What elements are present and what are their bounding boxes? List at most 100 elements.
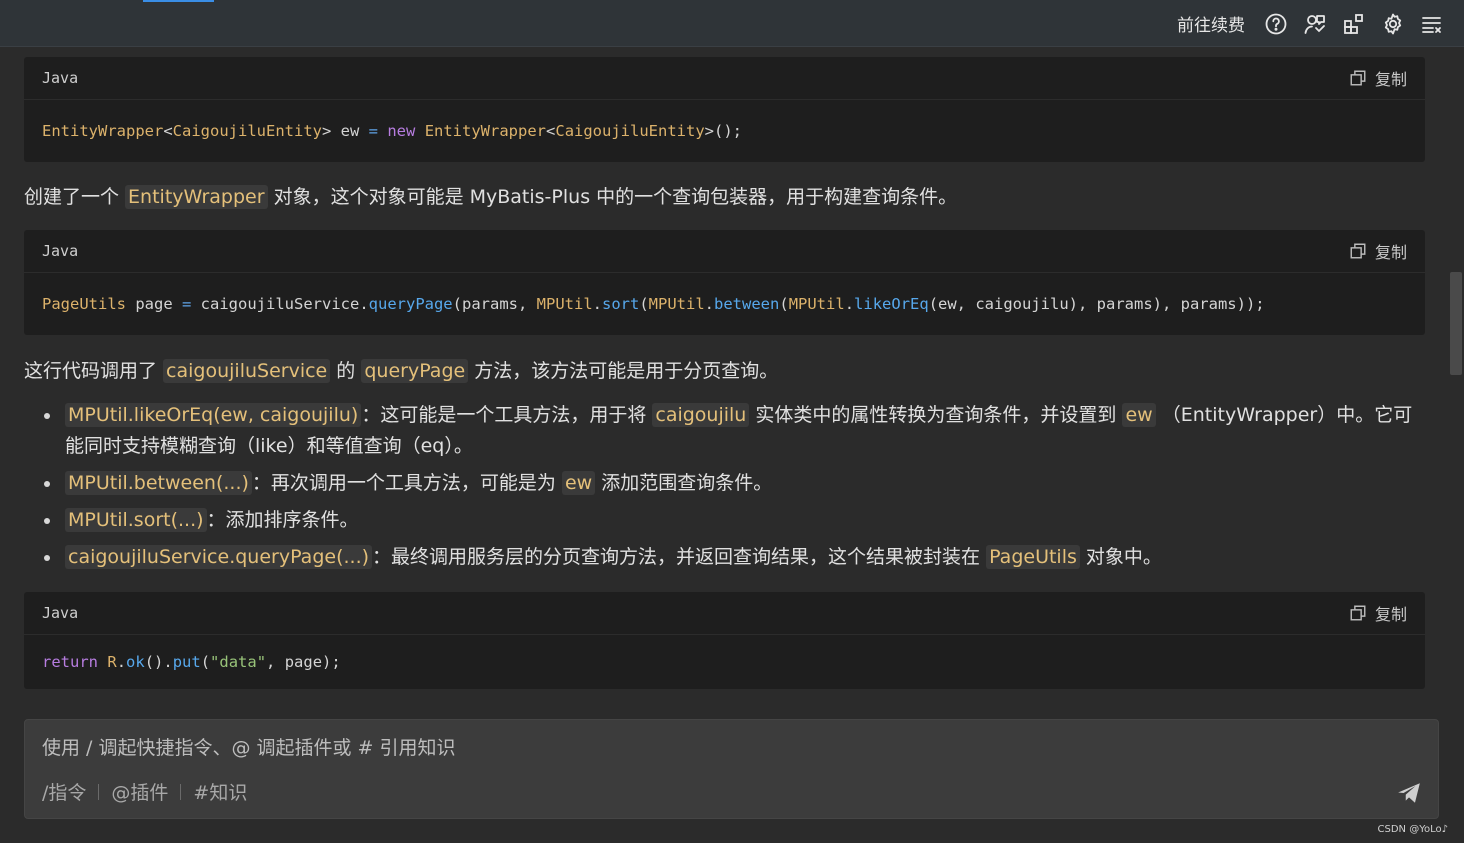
code-block-header: Java 复制: [24, 592, 1425, 635]
list-item-text: 对象中。: [1079, 546, 1162, 568]
copy-button[interactable]: 复制: [1349, 66, 1407, 90]
code-token: <: [546, 122, 556, 140]
code-token: PageUtils: [42, 295, 126, 313]
code-token: ();: [714, 122, 743, 140]
paragraph-text: 的: [330, 360, 362, 382]
code-token: EntityWrapper: [424, 122, 547, 140]
menu-icon[interactable]: [1419, 11, 1444, 36]
chat-input-box[interactable]: 使用 / 调起快捷指令、@ 调起插件或 # 引用知识 /指令 @插件 #知识: [24, 719, 1439, 819]
explanation-paragraph-1: 创建了一个 EntityWrapper 对象，这个对象可能是 MyBatis-P…: [24, 182, 957, 209]
code-token: (ew, caigoujilu), params), params));: [928, 295, 1265, 313]
code-token: ok: [126, 653, 145, 671]
inline-code: PageUtils: [986, 545, 1080, 569]
code-token: ().: [144, 653, 173, 671]
list-item-text: 实体类中的属性转换为查询条件，并设置到: [749, 404, 1123, 426]
watermark: CSDN @YoLo♪: [1377, 824, 1448, 835]
copy-label: 复制: [1374, 243, 1407, 262]
inline-code: ew: [561, 471, 596, 495]
code-token: .: [116, 653, 127, 671]
inline-code: EntityWrapper: [125, 185, 268, 209]
code-language-label: Java: [42, 69, 79, 87]
list-item: MPUtil.likeOrEq(ew, caigoujilu) ：这可能是一个工具…: [44, 400, 1424, 462]
code-token: caigoujiluService.: [191, 295, 369, 313]
list-item-text: ：这可能是一个工具方法，用于将: [361, 404, 653, 426]
code-token: page: [126, 295, 182, 313]
code-token: MPUtil: [648, 295, 705, 313]
feedback-icon[interactable]: [1302, 11, 1327, 36]
code-line: EntityWrapper < CaigoujiluEntity > ew = new…: [24, 100, 1425, 162]
active-tab-indicator: [143, 0, 214, 2]
code-token: >: [321, 122, 332, 140]
shortcut-divider: [180, 783, 182, 800]
list-item: MPUtil.between(...) ：再次调用一个工具方法，可能是为 ew 添…: [44, 468, 1424, 499]
code-token: (params,: [452, 295, 537, 313]
paragraph-text: 这行代码调用了: [24, 360, 164, 382]
code-token: R: [107, 653, 117, 671]
help-icon[interactable]: [1263, 11, 1288, 36]
list-item-text: ：最终调用服务层的分页查询方法，并返回查询结果，这个结果被封装在: [372, 546, 987, 568]
code-token: CaigoujiluEntity: [172, 122, 322, 140]
code-token: between: [714, 295, 780, 313]
copy-icon: [1350, 243, 1366, 259]
code-token: EntityWrapper: [42, 122, 164, 140]
code-token: new: [387, 122, 416, 140]
code-token: =: [182, 295, 192, 313]
inline-code: caigoujiluService: [163, 359, 331, 383]
paragraph-text: 方法，该方法可能是用于分页查询。: [468, 360, 779, 382]
code-token: >: [704, 122, 715, 140]
bullet-list: MPUtil.likeOrEq(ew, caigoujilu) ：这可能是一个工具…: [44, 400, 1424, 579]
code-block-3: Java 复制 return R. ok (). put("data", page);: [24, 592, 1425, 689]
code-token: ew: [331, 122, 369, 140]
code-block-header: Java 复制: [24, 57, 1425, 100]
list-item-text: ：添加排序条件。: [206, 509, 359, 531]
code-token: queryPage: [368, 295, 453, 313]
code-token: <: [163, 122, 173, 140]
scrollbar-thumb[interactable]: [1450, 272, 1462, 375]
code-token: put: [172, 653, 201, 671]
inline-code: queryPage: [361, 359, 469, 383]
scrollbar[interactable]: [1448, 47, 1464, 689]
knowledge-shortcut[interactable]: #知识: [193, 778, 247, 805]
inline-code: caigoujilu: [652, 403, 750, 427]
code-language-label: Java: [42, 604, 79, 622]
plugin-shortcut[interactable]: @插件: [111, 778, 168, 805]
list-item: MPUtil.sort(...) ：添加排序条件。: [44, 505, 1424, 536]
shortcut-divider: [98, 783, 100, 800]
code-token: .: [844, 295, 855, 313]
copy-label: 复制: [1374, 605, 1407, 624]
inline-code: caigoujiluService.queryPage(...): [65, 545, 373, 569]
renew-link[interactable]: 前往续费: [1177, 11, 1245, 36]
plugins-icon[interactable]: [1341, 11, 1366, 36]
code-block-header: Java 复制: [24, 230, 1425, 273]
copy-button[interactable]: 复制: [1349, 601, 1407, 625]
chat-content: Java 复制 EntityWrapper < CaigoujiluEntity > …: [0, 47, 1448, 689]
copy-icon: [1350, 605, 1366, 621]
list-item-text: 添加范围查询条件。: [595, 472, 773, 494]
copy-icon: [1350, 70, 1366, 86]
command-shortcut[interactable]: /指令: [42, 778, 86, 805]
explanation-paragraph-2: 这行代码调用了 caigoujiluService 的 queryPage 方法…: [24, 356, 778, 383]
code-token: =: [368, 122, 378, 140]
code-token: MPUtil: [536, 295, 593, 313]
copy-button[interactable]: 复制: [1349, 239, 1407, 263]
code-block-2: Java 复制 PageUtils page = caigoujiluServi…: [24, 230, 1425, 335]
code-token: likeOrEq: [854, 295, 929, 313]
send-icon[interactable]: [1396, 780, 1422, 806]
code-token: "data": [210, 653, 267, 671]
code-token: CaigoujiluEntity: [555, 122, 705, 140]
top-bar-actions: 前往续费: [1177, 0, 1444, 47]
code-token: return: [42, 653, 98, 671]
chat-input-placeholder[interactable]: 使用 / 调起快捷指令、@ 调起插件或 # 引用知识: [42, 733, 456, 760]
code-line: return R. ok (). put("data", page);: [24, 635, 1425, 689]
code-token: , page);: [266, 653, 341, 671]
paragraph-text: 对象，这个对象可能是 MyBatis-Plus 中的一个查询包装器，用于构建查询…: [267, 186, 958, 208]
top-bar: 前往续费: [0, 0, 1464, 47]
inline-code: MPUtil.between(...): [65, 471, 252, 495]
code-token: (: [200, 653, 211, 671]
inline-code: MPUtil.likeOrEq(ew, caigoujilu): [65, 403, 362, 427]
code-line: PageUtils page = caigoujiluService. query…: [24, 273, 1425, 335]
settings-icon[interactable]: [1380, 11, 1405, 36]
shortcut-bar: /指令 @插件 #知识: [42, 778, 247, 805]
